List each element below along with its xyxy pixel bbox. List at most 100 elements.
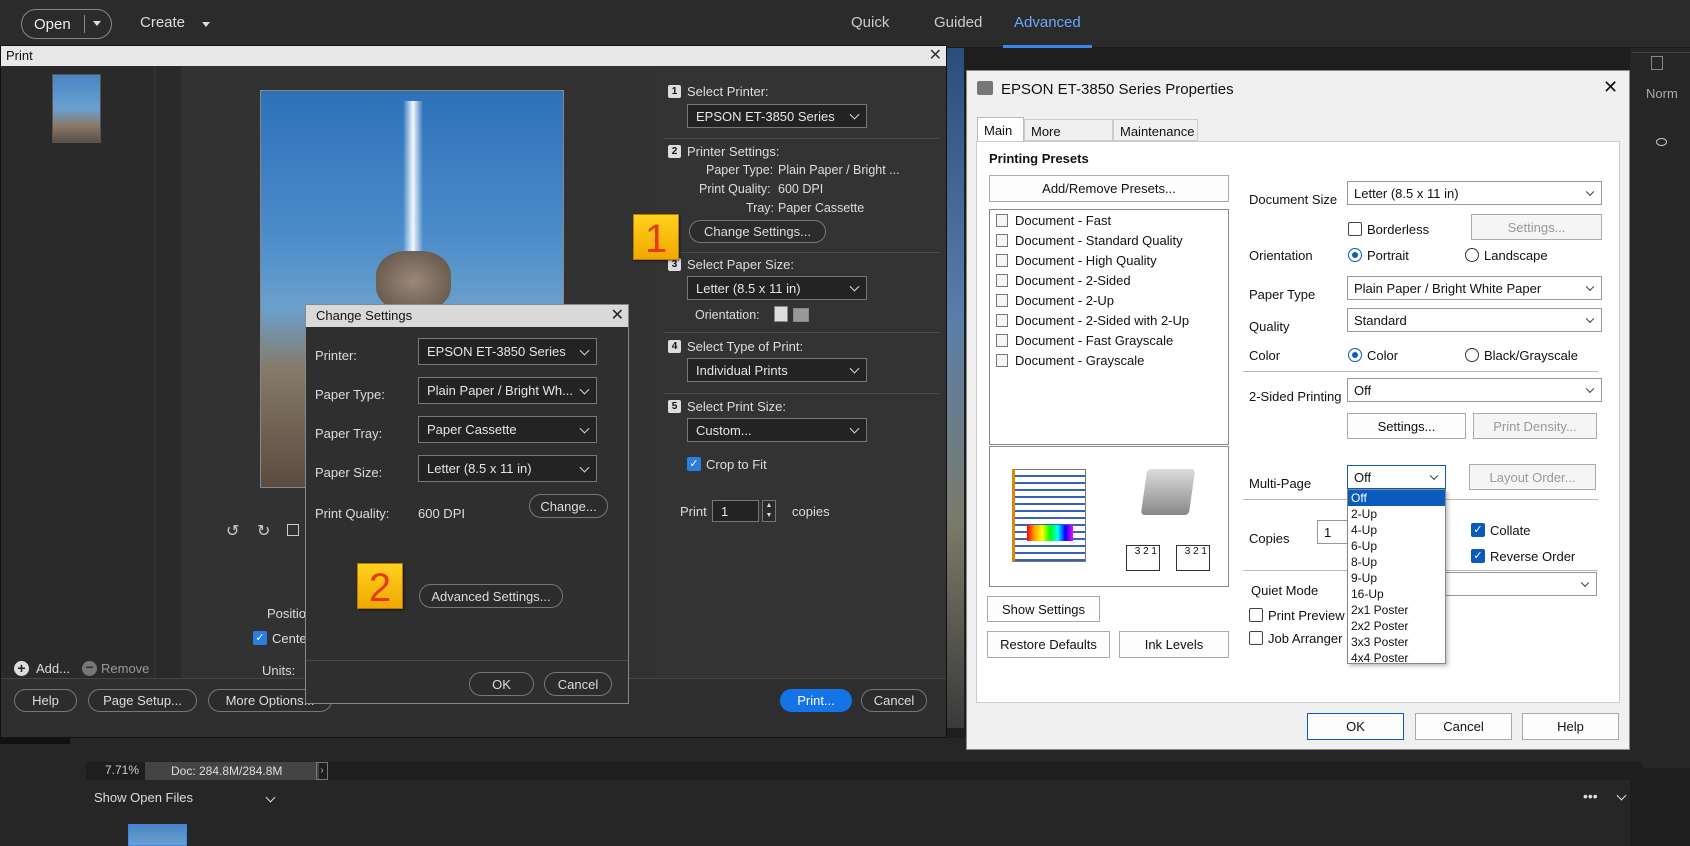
quiet-mode-select[interactable] [1427,572,1597,596]
close-icon[interactable]: ✕ [929,46,942,66]
multi-page-option[interactable]: Off [1348,490,1445,506]
epson-ok-button[interactable]: OK [1307,713,1404,740]
preset-item[interactable]: Document - Fast Grayscale [996,333,1173,348]
add-remove-presets-button[interactable]: Add/Remove Presets... [989,175,1229,202]
rotate-right-icon[interactable]: ↻ [257,521,270,541]
cs-cancel-button[interactable]: Cancel [544,672,612,696]
multi-page-option[interactable]: 2x1 Poster [1348,602,1445,618]
cs-paper-tray-select[interactable]: Paper Cassette [418,416,597,443]
landscape-orientation-icon[interactable] [793,308,809,322]
photo-thumbnail[interactable] [52,74,101,143]
chevron-down-icon[interactable] [1616,790,1627,801]
cs-ok-button[interactable]: OK [469,672,534,696]
more-options-icon[interactable]: ••• [1583,788,1598,804]
copies-input[interactable]: 1 [712,500,759,522]
preset-label: Document - Fast Grayscale [1015,333,1174,348]
multi-page-option[interactable]: 4x4 Poster [1348,650,1445,666]
thumbnail-sidebar [1,66,154,678]
close-icon[interactable]: ✕ [1603,77,1618,98]
epson-cancel-button[interactable]: Cancel [1415,713,1512,740]
multi-page-option[interactable]: 4-Up [1348,522,1445,538]
portrait-orientation-icon[interactable] [774,306,788,322]
collate-checkbox[interactable]: ✓ [1471,523,1485,537]
show-open-files-label[interactable]: Show Open Files [94,790,193,805]
restore-defaults-button[interactable]: Restore Defaults [987,631,1110,658]
borderless-settings-button[interactable]: Settings... [1471,214,1602,240]
open-button[interactable]: Open [21,9,112,39]
eye-icon[interactable] [1656,138,1667,146]
chevron-down-icon[interactable] [265,792,276,803]
page-setup-button[interactable]: Page Setup... [88,689,197,712]
change-settings-button[interactable]: Change Settings... [689,220,826,243]
print-type-select[interactable]: Individual Prints [687,358,867,382]
crop-to-fit-checkbox[interactable]: ✓ [687,457,701,471]
center-checkbox[interactable]: ✓ [253,631,267,645]
document-icon[interactable] [1651,56,1663,70]
printer-select[interactable]: EPSON ET-3850 Series [687,104,867,128]
tab-maintenance[interactable]: Maintenance [1113,119,1198,141]
reverse-order-checkbox[interactable]: ✓ [1471,549,1485,563]
cs-printer-select[interactable]: EPSON ET-3850 Series [418,338,597,365]
multi-page-option[interactable]: 3x3 Poster [1348,634,1445,650]
multi-page-option[interactable]: 2-Up [1348,506,1445,522]
chevron-down-icon[interactable] [202,22,210,27]
create-menu[interactable]: Create [140,14,185,31]
chevron-down-icon[interactable] [93,21,101,26]
help-button[interactable]: Help [14,689,77,712]
reverse-order-label: Reverse Order [1490,549,1576,564]
black-grayscale-radio[interactable] [1465,348,1479,362]
tab-advanced[interactable]: Advanced [1014,14,1081,31]
close-icon[interactable]: ✕ [611,305,624,327]
layout-order-button[interactable]: Layout Order... [1469,464,1596,490]
quality-select[interactable]: Standard [1347,308,1602,332]
landscape-radio[interactable] [1465,248,1479,262]
multi-page-option[interactable]: 8-Up [1348,554,1445,570]
cs-paper-size-select[interactable]: Letter (8.5 x 11 in) [418,455,597,482]
chevron-right-icon[interactable]: › [316,762,328,780]
cs-change-button[interactable]: Change... [529,494,608,518]
tab-quick[interactable]: Quick [851,14,889,31]
job-arranger-checkbox[interactable] [1249,631,1263,645]
epson-help-button[interactable]: Help [1522,713,1619,740]
remove-icon[interactable]: − [82,660,97,676]
cs-paper-type-select[interactable]: Plain Paper / Bright Wh... [418,377,597,404]
tab-main[interactable]: Main [977,117,1024,142]
portrait-radio[interactable] [1348,248,1362,262]
preset-item[interactable]: Document - Standard Quality [996,233,1183,248]
multi-page-option[interactable]: 2x2 Poster [1348,618,1445,634]
two-sided-settings-button[interactable]: Settings... [1347,413,1466,439]
preset-item[interactable]: Document - 2-Up [996,293,1114,308]
multi-page-option[interactable]: 6-Up [1348,538,1445,554]
remove-button[interactable]: Remove [101,661,149,676]
paper-size-select[interactable]: Letter (8.5 x 11 in) [687,276,867,300]
two-sided-select[interactable]: Off [1347,378,1602,402]
print-density-button[interactable]: Print Density... [1473,413,1597,439]
borderless-checkbox[interactable] [1348,222,1362,236]
add-icon[interactable]: + [14,661,29,676]
preset-item[interactable]: Document - Grayscale [996,353,1144,368]
color-radio[interactable] [1348,348,1362,362]
show-settings-button[interactable]: Show Settings [987,596,1100,622]
add-button[interactable]: Add... [36,661,70,676]
rotate-left-icon[interactable]: ↺ [226,521,239,541]
tab-guided[interactable]: Guided [934,14,982,31]
advanced-settings-button[interactable]: Advanced Settings... [419,584,563,608]
preset-item[interactable]: Document - High Quality [996,253,1157,268]
multi-page-option[interactable]: 16-Up [1348,586,1445,602]
crop-frame-icon[interactable] [287,524,299,536]
print-preview-checkbox[interactable] [1249,608,1263,622]
preset-item[interactable]: Document - 2-Sided with 2-Up [996,313,1189,328]
preset-item[interactable]: Document - Fast [996,213,1111,228]
multi-page-option[interactable]: 9-Up [1348,570,1445,586]
open-file-thumbnail[interactable] [128,824,187,846]
document-size-select[interactable]: Letter (8.5 x 11 in) [1347,181,1602,205]
copies-stepper[interactable]: ▲ ▼ [762,500,776,522]
print-size-select[interactable]: Custom... [687,418,867,442]
multi-page-select[interactable]: Off [1347,465,1446,489]
paper-type-select[interactable]: Plain Paper / Bright White Paper [1347,276,1602,300]
ink-levels-button[interactable]: Ink Levels [1119,631,1229,658]
preset-item[interactable]: Document - 2-Sided [996,273,1131,288]
print-button[interactable]: Print... [780,689,852,712]
cancel-button[interactable]: Cancel [861,689,927,712]
tab-more-options[interactable]: More Options [1024,119,1113,154]
